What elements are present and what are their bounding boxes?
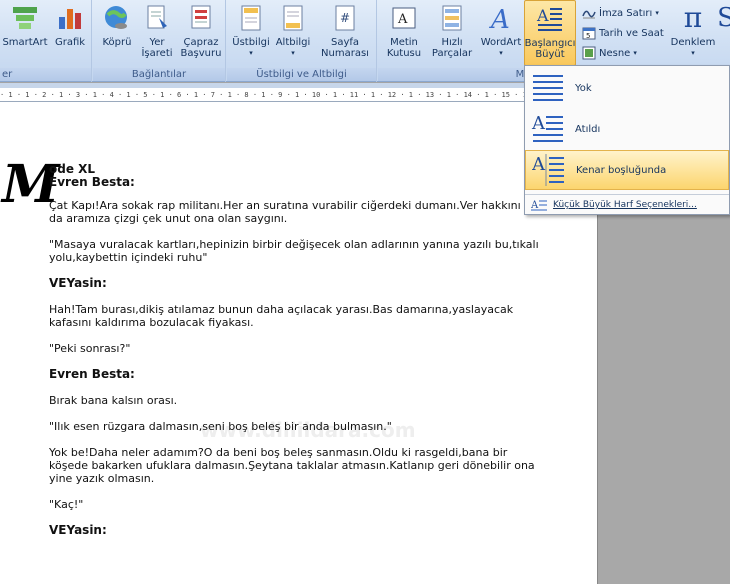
paragraph: Bırak bana kalsın orası.: [49, 394, 178, 407]
svg-text:A: A: [532, 154, 546, 175]
paragraph: Çat Kapı!Ara sokak rap militanı.Her an s…: [49, 199, 538, 225]
paragraph: Hah!Tam burası,dikiş atılamaz bunun daha…: [49, 303, 514, 329]
svg-text:5: 5: [586, 32, 590, 40]
symbol-icon: S: [717, 3, 730, 33]
group-label-links: Bağlantılar: [93, 68, 225, 81]
drop-cap-in-margin-icon: A: [532, 154, 564, 186]
paragraph: "Kaç!": [49, 498, 84, 511]
hizli-parcalar-button[interactable]: Hızlı Parçalar: [428, 2, 476, 59]
paragraph: Yok be!Daha neler adamım?O da beni boş b…: [49, 446, 535, 485]
denklem-dropdown-arrow-icon: ▾: [691, 49, 695, 57]
drop-cap-none-icon: [533, 75, 563, 101]
paragraph: "Peki sonrası?": [49, 342, 131, 355]
baslangici-buyut-button[interactable]: A Başlangıcı Büyüt: [524, 0, 576, 66]
grafik-button[interactable]: Grafik: [52, 2, 88, 48]
svg-text:A: A: [531, 113, 546, 134]
svg-text:#: #: [340, 11, 350, 25]
group-links: Köprü Yer İşareti Çapraz Başvuru Bağlant…: [93, 0, 226, 82]
doc-title: ode XL Evren Besta:: [49, 163, 549, 189]
ustbilgi-button[interactable]: Üstbilgi ▾: [231, 2, 271, 59]
doc-title-line1: ode XL: [49, 162, 96, 176]
svg-text:A: A: [489, 5, 510, 32]
paragraph: "Masaya vuralacak kartları,hepinizin bir…: [49, 238, 539, 264]
doc-title-line2: Evren Besta:: [49, 175, 135, 189]
menu-separator: [525, 194, 729, 195]
pi-equation-icon: π: [683, 1, 703, 34]
page-number-icon: #: [330, 2, 360, 34]
wordart-icon: A: [486, 2, 516, 34]
chart-icon: [55, 2, 85, 34]
imza-satiri-button[interactable]: İmza Satırı ▾: [582, 6, 659, 20]
paragraph: "Ilık esen rüzgara dalmasın,seni boş bel…: [49, 420, 392, 433]
group-illustrations: SmartArt Grafik er: [0, 0, 92, 82]
object-icon: [582, 46, 596, 60]
page-top-area: [0, 102, 598, 120]
denklem-button[interactable]: π Denklem ▾: [671, 1, 716, 59]
cross-reference-icon: [186, 2, 216, 34]
drop-cap-menu: Yok A Atıldı A Kenar boşluğunda A Küçük …: [524, 65, 730, 215]
nesne-dropdown-arrow-icon: ▾: [633, 49, 637, 57]
drop-cap-options-item[interactable]: A Küçük Büyük Harf Seçenekleri...: [527, 196, 727, 214]
drop-cap-icon: A: [535, 3, 565, 35]
group-label-header-footer: Üstbilgi ve Altbilgi: [227, 68, 376, 81]
quick-parts-icon: [437, 2, 467, 34]
capraz-basvuru-button[interactable]: Çapraz Başvuru: [179, 2, 223, 59]
sayfa-numarasi-button[interactable]: # Sayfa Numarası: [317, 2, 373, 59]
kopru-button[interactable]: Köprü: [99, 2, 135, 48]
wordart-dropdown-arrow-icon: ▾: [499, 49, 503, 57]
speaker-heading: VEYasin:: [49, 523, 107, 537]
tarih-ve-saat-button[interactable]: 5 Tarih ve Saat: [582, 26, 664, 40]
group-label-illustrations: er: [0, 68, 91, 81]
yer-isareti-button[interactable]: Yer İşareti: [139, 2, 175, 59]
svg-text:A: A: [536, 6, 549, 25]
altbilgi-button[interactable]: Altbilgi ▾: [273, 2, 313, 59]
date-time-icon: 5: [582, 27, 596, 40]
nesne-button[interactable]: Nesne ▾: [582, 46, 637, 60]
menu-item-dropped[interactable]: A Atıldı: [525, 109, 729, 149]
wordart-button[interactable]: A WordArt ▾: [478, 2, 524, 59]
speaker-heading: Evren Besta:: [49, 367, 135, 381]
header-icon: [236, 2, 266, 34]
text-box-icon: A: [389, 2, 419, 34]
drop-cap-options-icon: A: [531, 200, 547, 211]
menu-item-none[interactable]: Yok: [525, 68, 729, 108]
sembol-button[interactable]: S: [717, 2, 730, 37]
menu-item-in-margin[interactable]: A Kenar boşluğunda: [525, 150, 729, 190]
signature-line-icon: [582, 10, 596, 19]
group-header-footer: Üstbilgi ▾ Altbilgi ▾ # Sayfa Numarası Ü…: [227, 0, 377, 82]
smartart-button[interactable]: SmartArt: [2, 2, 48, 48]
footer-icon: [278, 2, 308, 34]
imza-dropdown-arrow-icon: ▾: [655, 9, 659, 17]
altbilgi-dropdown-arrow-icon: ▾: [291, 49, 295, 57]
svg-text:A: A: [397, 12, 408, 27]
hyperlink-globe-icon: [102, 2, 132, 34]
drop-cap-dropped-icon: A: [531, 113, 563, 142]
metin-kutusu-button[interactable]: A Metin Kutusu: [382, 2, 426, 59]
ustbilgi-dropdown-arrow-icon: ▾: [249, 49, 253, 57]
document-body[interactable]: ode XL Evren Besta: Çat Kapı!Ara sokak r…: [49, 163, 549, 550]
speaker-heading: VEYasin:: [49, 276, 107, 290]
bookmark-icon: [142, 2, 172, 34]
horizontal-ruler[interactable]: · 1 · 1 · 2 · 1 · 3 · 1 · 4 · 1 · 5 · 1 …: [0, 88, 526, 102]
smartart-icon: [10, 2, 40, 34]
svg-text:A: A: [531, 200, 539, 211]
